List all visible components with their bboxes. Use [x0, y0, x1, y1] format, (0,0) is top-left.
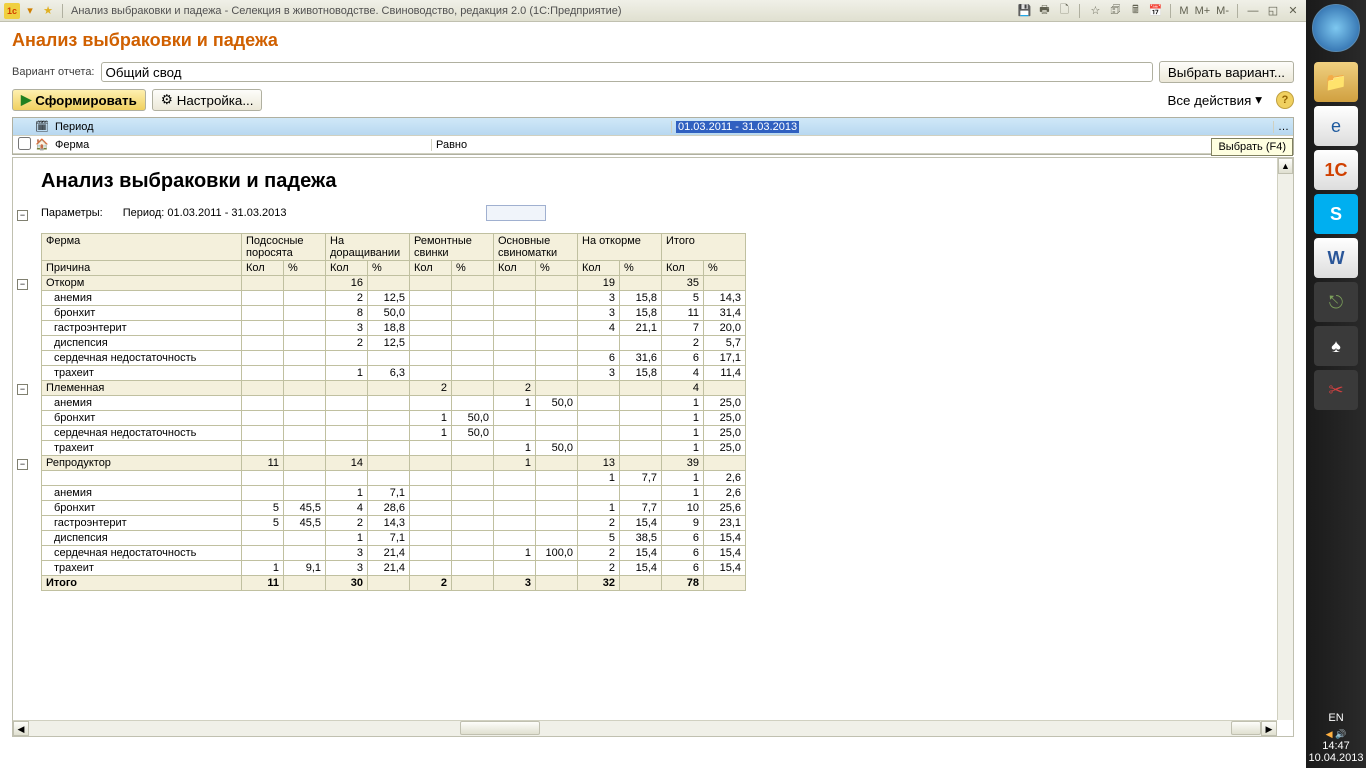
tree-collapse-icon[interactable]: − [17, 210, 28, 221]
scroll-thumb-2[interactable] [1231, 721, 1261, 735]
param-box [486, 205, 546, 221]
page-title: Анализ выбраковки и падежа [12, 30, 1294, 51]
scroll-right-icon[interactable]: ▶ [1261, 721, 1277, 736]
group-collapse-icon[interactable]: − [17, 384, 28, 395]
mem-mplus[interactable]: M+ [1193, 5, 1213, 17]
choose-variant-button[interactable]: Выбрать вариант... [1159, 61, 1294, 83]
group-collapse-icon[interactable]: − [17, 459, 28, 470]
period-icon: 🗓 [35, 120, 53, 133]
report-title: Анализ выбраковки и падежа [41, 170, 1265, 193]
filter-grid: 🗓 Период 01.03.2011 - 31.03.2013 … 🏠 Фер… [12, 117, 1294, 155]
mem-mminus[interactable]: M- [1214, 5, 1231, 17]
period-label: Период [53, 121, 431, 133]
variant-label: Вариант отчета: [12, 66, 95, 78]
titlebar: 1c ▾ ★ Анализ выбраковки и падежа - Селе… [0, 0, 1306, 22]
dropdown-icon[interactable]: ▾ [22, 3, 38, 19]
save-icon[interactable]: 💾 [1015, 3, 1033, 19]
close-icon[interactable]: ✕ [1284, 3, 1302, 19]
history-icon[interactable]: 🗊 [1106, 3, 1124, 19]
settings-button[interactable]: ⚙ Настройка... [152, 89, 263, 111]
scroll-up-icon[interactable]: ▲ [1278, 158, 1293, 174]
farm-checkbox[interactable] [18, 137, 31, 150]
play-icon: ▶ [21, 92, 31, 108]
farm-label: Ферма [53, 139, 431, 151]
params-period: Период: 01.03.2011 - 31.03.2013 [123, 207, 287, 219]
ie-icon[interactable]: e [1314, 106, 1358, 146]
taskbar: 📁 e 1C S W ⎋ ♠ ✂ EN ◀ 🔊 14:47 10.04.2013 [1306, 0, 1366, 768]
language-indicator[interactable]: EN [1306, 712, 1366, 724]
form-button[interactable]: ▶ Сформировать [12, 89, 146, 111]
snip-icon[interactable]: ✂ [1314, 370, 1358, 410]
preview-icon[interactable]: 🗋 [1055, 3, 1073, 19]
clock-date[interactable]: 10.04.2013 [1306, 752, 1366, 764]
clock-time[interactable]: 14:47 [1306, 740, 1366, 752]
scroll-left-icon[interactable]: ◀ [13, 721, 29, 736]
print-icon[interactable]: 🖶 [1035, 3, 1053, 19]
variant-input[interactable] [101, 62, 1153, 82]
tray-icon[interactable]: ⎋ [1314, 282, 1358, 322]
game-icon[interactable]: ♠ [1314, 326, 1358, 366]
period-value[interactable]: 01.03.2011 - 31.03.2013 [676, 121, 799, 133]
calc-icon[interactable]: 🖩 [1126, 3, 1144, 19]
chevron-down-icon: ▾ [1255, 92, 1262, 108]
period-picker-button[interactable]: … [1273, 121, 1293, 133]
star-icon[interactable]: ☆ [1086, 3, 1104, 19]
help-icon[interactable]: ? [1276, 91, 1294, 109]
calendar-icon[interactable]: 📅 [1146, 3, 1164, 19]
tooltip: Выбрать (F4) [1211, 138, 1293, 156]
mem-m[interactable]: M [1177, 5, 1190, 17]
filter-row-farm[interactable]: 🏠 Ферма Равно [13, 136, 1293, 154]
group-collapse-icon[interactable]: − [17, 279, 28, 290]
params-label: Параметры: [41, 207, 103, 219]
start-button[interactable] [1312, 4, 1360, 52]
all-actions-button[interactable]: Все действия ▾ [1159, 89, 1270, 111]
minimize-icon[interactable]: — [1244, 3, 1262, 19]
tray-arrow-icon[interactable]: ◀ 🔊 [1326, 729, 1347, 739]
word-icon[interactable]: W [1314, 238, 1358, 278]
onec-icon[interactable]: 1C [1314, 150, 1358, 190]
scrollbar-vertical[interactable]: ▲ [1277, 158, 1293, 720]
maximize-icon[interactable]: ◱ [1264, 3, 1282, 19]
report-area: − Анализ выбраковки и падежа Параметры: … [12, 157, 1294, 737]
favorites-icon[interactable]: ★ [40, 3, 56, 19]
farm-icon: 🏠 [35, 138, 53, 151]
app-icon: 1c [4, 3, 20, 19]
farm-operator[interactable]: Равно [431, 139, 671, 151]
scrollbar-horizontal[interactable]: ◀ ▶ [13, 720, 1277, 736]
filter-row-period[interactable]: 🗓 Период 01.03.2011 - 31.03.2013 … [13, 118, 1293, 136]
scroll-thumb[interactable] [460, 721, 540, 735]
window-title: Анализ выбраковки и падежа - Селекция в … [71, 5, 622, 17]
skype-icon[interactable]: S [1314, 194, 1358, 234]
report-table: ФермаПодсосные поросятаНа доращиванииРем… [41, 233, 746, 591]
explorer-icon[interactable]: 📁 [1314, 62, 1358, 102]
settings-icon: ⚙ [161, 92, 173, 108]
